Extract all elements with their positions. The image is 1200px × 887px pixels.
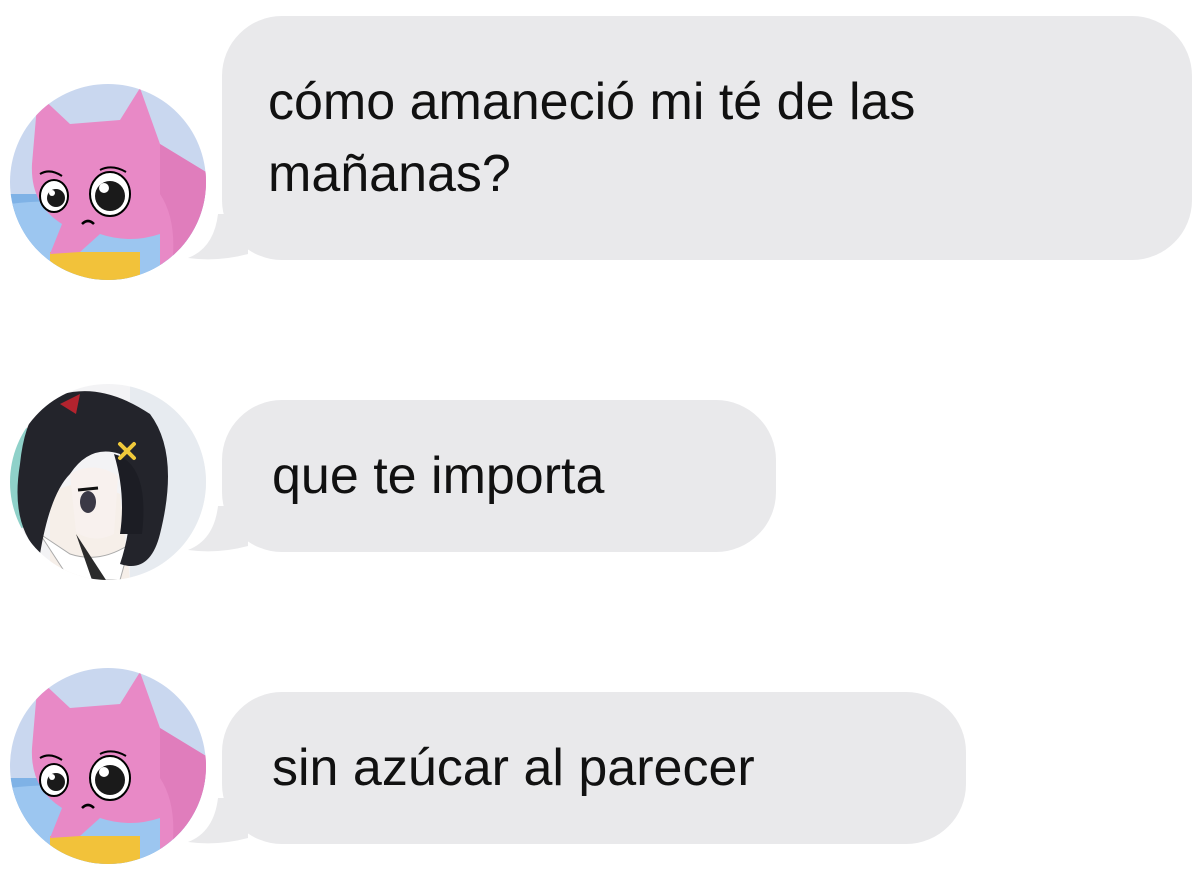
bubble-tail <box>188 506 248 552</box>
dark-haired-girl-avatar-image <box>10 384 206 580</box>
message-text: sin azúcar al parecer <box>272 739 755 797</box>
incoming-message-bubble[interactable]: sin azúcar al parecer <box>188 692 966 844</box>
incoming-message-bubble[interactable]: cómo amaneció mi té de las mañanas? <box>188 16 1192 260</box>
pink-cat-avatar[interactable] <box>10 84 206 280</box>
dark-haired-girl-avatar[interactable] <box>10 384 206 580</box>
bubble-tail <box>188 214 248 260</box>
message-text: que te importa <box>272 447 605 505</box>
pink-cat-avatar-image <box>10 84 206 280</box>
message-thread: cómo amaneció mi té de las mañanas? que … <box>0 0 1200 887</box>
message-text: cómo amaneció mi té de las mañanas? <box>268 73 916 203</box>
message-row: sin azúcar al parecer <box>0 660 1200 887</box>
message-row: que te importa <box>0 370 1200 600</box>
pink-cat-avatar[interactable] <box>10 668 206 864</box>
incoming-message-bubble[interactable]: que te importa <box>188 400 776 552</box>
message-row: cómo amaneció mi té de las mañanas? <box>0 0 1200 290</box>
bubble-tail <box>188 798 248 844</box>
pink-cat-avatar-image <box>10 668 206 864</box>
